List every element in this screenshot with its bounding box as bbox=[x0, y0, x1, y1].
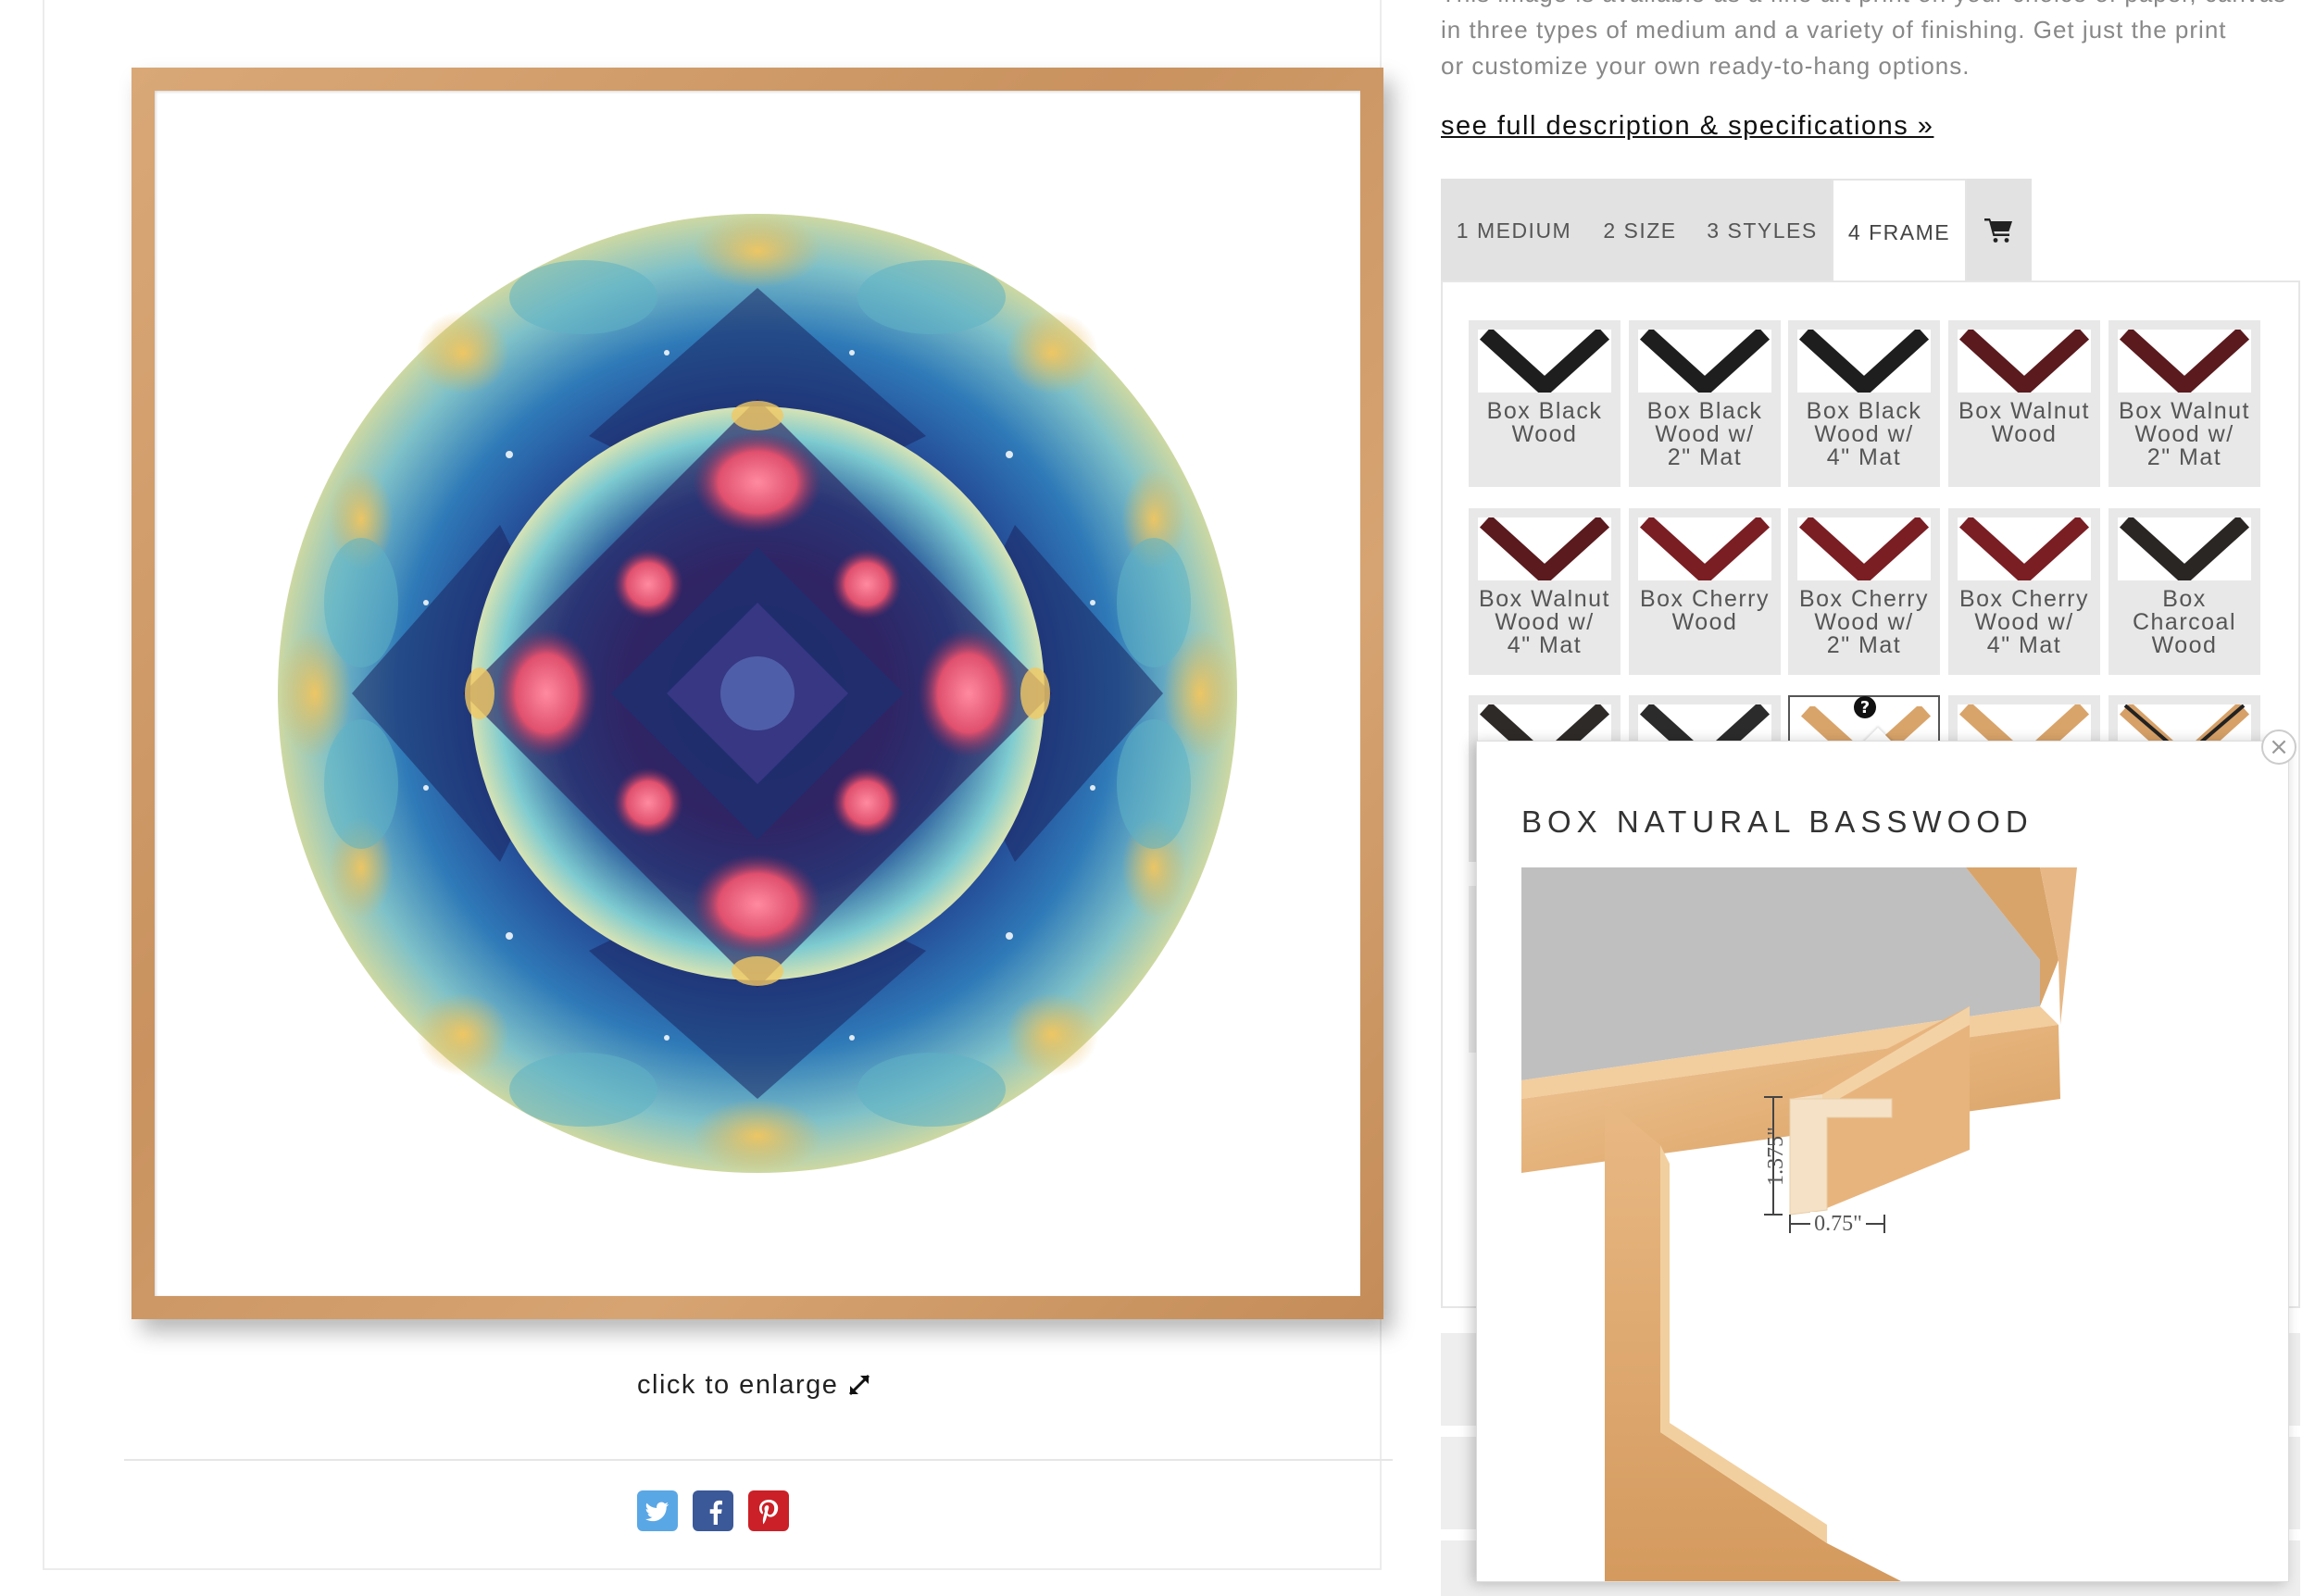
tab-size[interactable]: 2 SIZE bbox=[1587, 179, 1695, 282]
frame-thumbnail bbox=[1797, 330, 1931, 393]
frame-label-line: Box Walnut bbox=[2119, 398, 2250, 424]
frame-label-line: Wood w/ bbox=[1655, 421, 1755, 447]
frame-label-line: Box Cherry bbox=[1639, 586, 1771, 612]
twitter-share-button[interactable] bbox=[637, 1490, 678, 1531]
facebook-share-button[interactable] bbox=[693, 1490, 733, 1531]
frame-option-label: Box Charcoal Wood bbox=[2109, 588, 2260, 657]
frame-option-tile[interactable]: Box Walnut Wood bbox=[1948, 320, 2100, 487]
frame-option-tile[interactable]: Box Cherry Wood w/2" Mat bbox=[1788, 508, 1940, 675]
full-description-link[interactable]: see full description & specifications » bbox=[1441, 111, 1933, 142]
help-question-icon[interactable]: ? bbox=[1854, 696, 1876, 718]
frame-label-line: Box Black bbox=[1806, 398, 1922, 424]
tab-cart[interactable] bbox=[1967, 179, 2033, 282]
frame-label-line: Box Walnut bbox=[1958, 398, 2090, 424]
click-to-enlarge-link[interactable]: click to enlarge bbox=[637, 1366, 878, 1403]
frame-label-line: 2" Mat bbox=[1667, 444, 1743, 470]
frame-label-line: Wood bbox=[1991, 421, 2058, 447]
frame-option-label: Box Cherry Wood bbox=[1629, 588, 1781, 634]
expand-arrows-icon bbox=[849, 1374, 870, 1396]
frame-option-label: Box Walnut Wood w/4" Mat bbox=[1469, 588, 1620, 657]
frame-thumbnail bbox=[1958, 517, 2091, 580]
facebook-icon bbox=[709, 1500, 722, 1525]
artwork-mat bbox=[155, 91, 1360, 1296]
frame-label-line: Box Black bbox=[1486, 398, 1603, 424]
artwork-preview-panel: click to enlarge bbox=[43, 0, 1393, 1570]
tab-styles[interactable]: 3 STYLES bbox=[1693, 179, 1833, 282]
enlarge-label: click to enlarge bbox=[637, 1369, 839, 1400]
popup-title: BOX NATURAL BASSWOOD bbox=[1521, 804, 2033, 839]
height-dimension-label: 1.375" bbox=[1764, 1127, 1788, 1186]
tab-label: 4 FRAME bbox=[1847, 219, 1951, 244]
frame-option-tile[interactable]: Box Black Wood bbox=[1469, 320, 1620, 487]
pinterest-icon bbox=[759, 1500, 779, 1525]
frame-label-line: 4" Mat bbox=[1507, 632, 1583, 658]
close-popup-button[interactable]: × bbox=[2261, 729, 2296, 765]
frame-label-line: Box Walnut bbox=[1479, 586, 1610, 612]
frame-option-tile[interactable]: Box Walnut Wood w/2" Mat bbox=[2109, 320, 2260, 487]
frame-thumbnail bbox=[2118, 330, 2251, 393]
description-line: or customize your own ready-to-hang opti… bbox=[1441, 52, 1971, 80]
tab-label: 2 SIZE bbox=[1603, 218, 1677, 243]
frame-option-tile[interactable]: Box Cherry Wood w/4" Mat bbox=[1948, 508, 2100, 675]
twitter-icon bbox=[645, 1502, 669, 1522]
frame-option-label: Box Walnut Wood bbox=[1948, 400, 2100, 446]
frame-label-line: Wood w/ bbox=[2134, 421, 2234, 447]
tab-label: 1 MEDIUM bbox=[1456, 218, 1572, 243]
frame-label-line: 4" Mat bbox=[1826, 444, 1902, 470]
frame-option-tile[interactable]: Box Cherry Wood bbox=[1629, 508, 1781, 675]
frame-label-line: Wood bbox=[1671, 609, 1738, 635]
frame-option-label: Box Cherry Wood w/4" Mat bbox=[1948, 588, 2100, 657]
divider bbox=[124, 1459, 1393, 1461]
pinterest-share-button[interactable] bbox=[748, 1490, 789, 1531]
frame-thumbnail bbox=[1638, 330, 1771, 393]
frame-thumbnail bbox=[1478, 517, 1611, 580]
frame-label-line: Charcoal bbox=[2132, 609, 2237, 635]
description-line: in three types of medium and a variety o… bbox=[1441, 16, 2227, 44]
frame-detail-popup: BOX NATURAL BASSWOOD 1.375" 0.75" bbox=[1476, 741, 2289, 1582]
frame-option-label: Box Black Wood bbox=[1469, 400, 1620, 446]
tab-medium[interactable]: 1 MEDIUM bbox=[1441, 179, 1589, 282]
mandala-artwork-image bbox=[278, 214, 1237, 1173]
frame-label-line: Wood bbox=[2151, 632, 2218, 658]
frame-thumbnail bbox=[1797, 517, 1931, 580]
frame-option-tile[interactable]: Box Charcoal Wood bbox=[2109, 508, 2260, 675]
description-line: This image is available as a fine art pr… bbox=[1441, 0, 2293, 12]
width-dimension-label: 0.75" bbox=[1814, 1212, 1862, 1236]
frame-label-line: Wood w/ bbox=[1495, 609, 1595, 635]
frame-label-line: Wood w/ bbox=[1814, 421, 1914, 447]
frame-label-line: Wood w/ bbox=[1974, 609, 2074, 635]
frame-option-label: Box Walnut Wood w/2" Mat bbox=[2109, 400, 2260, 469]
frame-thumbnail bbox=[1958, 330, 2091, 393]
framed-artwork-preview[interactable] bbox=[131, 68, 1383, 1319]
tab-label: 3 STYLES bbox=[1707, 218, 1818, 243]
frame-thumbnail bbox=[1638, 517, 1771, 580]
frame-label-line: Box Cherry bbox=[1798, 586, 1930, 612]
frame-label-line: Box bbox=[2162, 586, 2207, 612]
frame-option-label: Box Black Wood w/2" Mat bbox=[1629, 400, 1781, 469]
tab-frame[interactable]: 4 FRAME bbox=[1832, 179, 1967, 284]
frame-thumbnail bbox=[2118, 517, 2251, 580]
cart-icon bbox=[1984, 218, 2012, 243]
basswood-frame-profile-image: 1.375" 0.75" bbox=[1521, 867, 2077, 1581]
frame-option-tile[interactable]: Box Black Wood w/4" Mat bbox=[1788, 320, 1940, 487]
frame-option-tile[interactable]: Box Black Wood w/2" Mat bbox=[1629, 320, 1781, 487]
frame-option-label: Box Cherry Wood w/2" Mat bbox=[1788, 588, 1940, 657]
frame-label-line: Box Cherry bbox=[1958, 586, 2090, 612]
frame-thumbnail bbox=[1478, 330, 1611, 393]
frame-label-line: 2" Mat bbox=[2146, 444, 2222, 470]
frame-label-line: 2" Mat bbox=[1826, 632, 1902, 658]
frame-option-tile[interactable]: Box Walnut Wood w/4" Mat bbox=[1469, 508, 1620, 675]
frame-label-line: Wood bbox=[1511, 421, 1578, 447]
frame-label-line: 4" Mat bbox=[1986, 632, 2062, 658]
frame-label-line: Box Black bbox=[1646, 398, 1763, 424]
frame-label-line: Wood w/ bbox=[1814, 609, 1914, 635]
frame-option-label: Box Black Wood w/4" Mat bbox=[1788, 400, 1940, 469]
